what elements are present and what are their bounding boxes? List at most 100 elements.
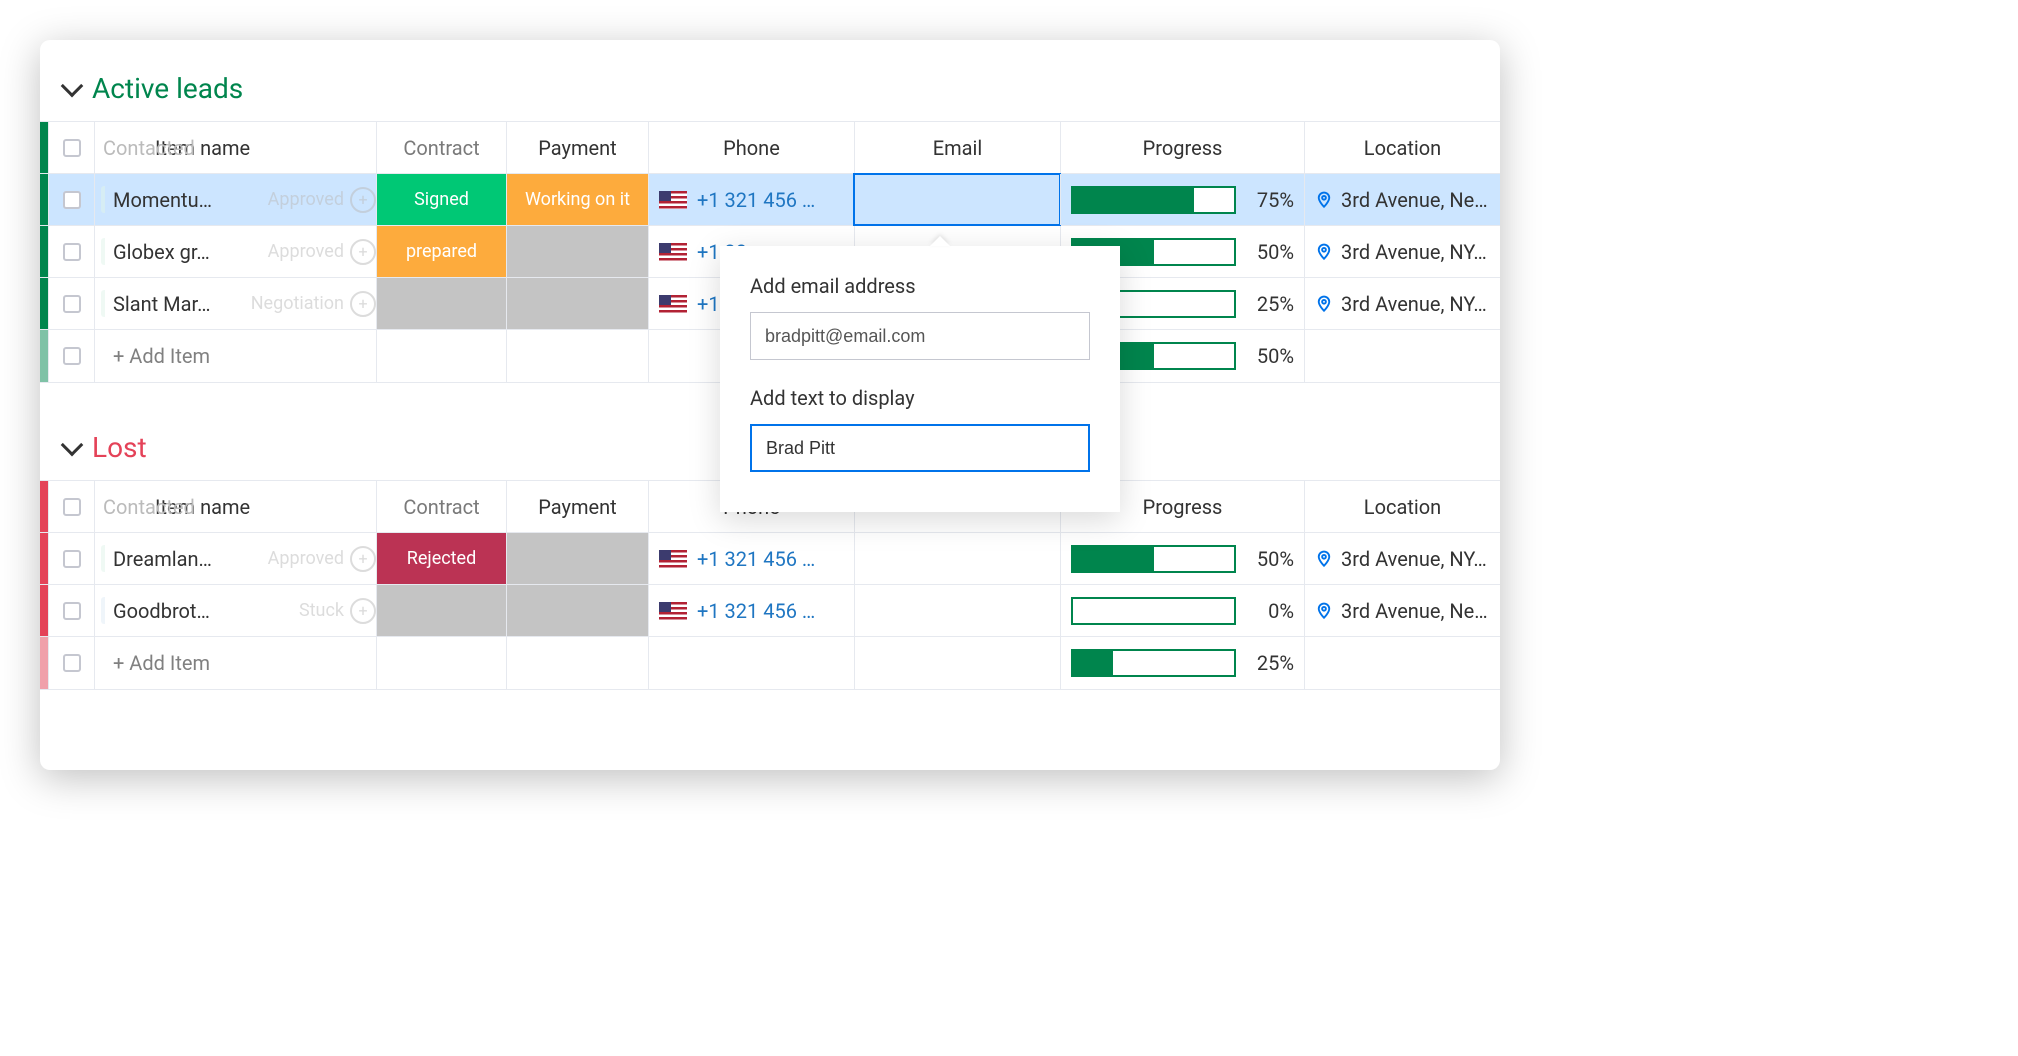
chat-icon: + [350, 239, 376, 265]
board-container: Active leads Contacted Item name Contrac… [40, 40, 1500, 770]
flag-us-icon [659, 550, 687, 568]
location-pin-icon [1315, 550, 1333, 568]
location-pin-icon [1315, 602, 1333, 620]
cell-payment[interactable] [506, 226, 648, 277]
cell-phone[interactable]: +1 321 456 … [648, 585, 854, 636]
cell-email[interactable] [854, 174, 1060, 225]
popover-email-label: Add email address [750, 274, 1090, 298]
chat-icon: + [350, 291, 376, 317]
popover-text-label: Add text to display [750, 386, 1090, 410]
cell-contract[interactable]: Signed [376, 174, 506, 225]
row-checkbox[interactable] [48, 330, 94, 382]
item-name: Momentu… [105, 184, 220, 216]
group-title: Active leads [92, 72, 243, 105]
group-title: Lost [92, 431, 147, 464]
cell-name[interactable]: Won Approved + Globex gr… [94, 226, 376, 277]
cell-email[interactable] [854, 533, 1060, 584]
row-checkbox[interactable] [48, 533, 94, 584]
table-header-row: Contacted Item name Contract Payment Pho… [40, 122, 1500, 174]
header-location[interactable]: Location [1304, 481, 1500, 532]
checkbox-icon [63, 498, 81, 516]
flag-us-icon [659, 191, 687, 209]
cell-payment[interactable] [506, 585, 648, 636]
cell-location[interactable]: 3rd Avenue, Ne… [1304, 174, 1500, 225]
cell-email[interactable] [854, 585, 1060, 636]
summary-progress: 25% [1060, 637, 1304, 689]
ghost-col-contacted: Contacted [103, 495, 195, 519]
checkbox-icon [63, 139, 81, 157]
header-email[interactable]: Email [854, 122, 1060, 173]
checkbox-icon [63, 295, 81, 313]
item-name: Goodbrot… [105, 595, 218, 627]
add-item-label: + Add Item [105, 647, 218, 679]
chevron-down-icon [61, 74, 84, 97]
cell-location[interactable]: 3rd Avenue, NY… [1304, 533, 1500, 584]
display-text-input[interactable] [750, 424, 1090, 472]
header-select-all[interactable] [48, 481, 94, 532]
chat-icon: + [350, 187, 376, 213]
cell-payment[interactable] [506, 533, 648, 584]
cell-progress[interactable]: 0% [1060, 585, 1304, 636]
checkbox-icon [63, 347, 81, 365]
chevron-down-icon [61, 433, 84, 456]
cell-payment[interactable]: Working on it [506, 174, 648, 225]
flag-us-icon [659, 295, 687, 313]
item-name: Slant Mar… [105, 288, 218, 320]
cell-contract[interactable]: prepared [376, 226, 506, 277]
header-contract[interactable]: Contract [376, 481, 506, 532]
cell-name[interactable]: Won Approved + Dreamlan… [94, 533, 376, 584]
table-row[interactable]: Won Approved + Dreamlan… Rejected +1 321… [40, 533, 1500, 585]
cell-location[interactable]: 3rd Avenue, NY… [1304, 278, 1500, 329]
email-popover: Add email address Add text to display [720, 246, 1120, 512]
location-pin-icon [1315, 191, 1333, 209]
add-item-row[interactable]: + Add Item 25% [40, 637, 1500, 689]
row-checkbox[interactable] [48, 585, 94, 636]
flag-us-icon [659, 243, 687, 261]
cell-phone[interactable]: +1 321 456 … [648, 533, 854, 584]
email-input[interactable] [750, 312, 1090, 360]
header-name[interactable]: Contacted Item name [94, 481, 376, 532]
row-checkbox[interactable] [48, 278, 94, 329]
chat-icon: + [350, 598, 376, 624]
row-checkbox[interactable] [48, 174, 94, 225]
cell-location[interactable]: 3rd Avenue, NY… [1304, 226, 1500, 277]
chat-icon: + [350, 546, 376, 572]
checkbox-icon [63, 654, 81, 672]
cell-contract[interactable] [376, 278, 506, 329]
checkbox-icon [63, 243, 81, 261]
header-progress[interactable]: Progress [1060, 122, 1304, 173]
location-pin-icon [1315, 295, 1333, 313]
cell-phone[interactable]: +1 321 456 … [648, 174, 854, 225]
header-phone[interactable]: Phone [648, 122, 854, 173]
ghost-col-contacted: Contacted [103, 136, 195, 160]
add-item-label: + Add Item [105, 340, 218, 372]
cell-progress[interactable]: 50% [1060, 533, 1304, 584]
header-name[interactable]: Contacted Item name [94, 122, 376, 173]
header-contract[interactable]: Contract [376, 122, 506, 173]
add-item-cell[interactable]: + Add Item [94, 637, 376, 689]
cell-progress[interactable]: 75% [1060, 174, 1304, 225]
checkbox-icon [63, 602, 81, 620]
header-payment[interactable]: Payment [506, 481, 648, 532]
row-checkbox[interactable] [48, 637, 94, 689]
table-row[interactable]: Won Approved + Momentu… Signed Working o… [40, 174, 1500, 226]
flag-us-icon [659, 602, 687, 620]
header-payment[interactable]: Payment [506, 122, 648, 173]
cell-name[interactable]: Won Negotiation + Slant Mar… [94, 278, 376, 329]
cell-payment[interactable] [506, 278, 648, 329]
group-header-active[interactable]: Active leads [40, 64, 1500, 121]
cell-name[interactable]: Call again Stuck + Goodbrot… [94, 585, 376, 636]
table-row[interactable]: Call again Stuck + Goodbrot… +1 321 456 … [40, 585, 1500, 637]
cell-name[interactable]: Won Approved + Momentu… [94, 174, 376, 225]
header-location[interactable]: Location [1304, 122, 1500, 173]
item-name: Globex gr… [105, 236, 218, 268]
cell-contract[interactable] [376, 585, 506, 636]
location-pin-icon [1315, 243, 1333, 261]
cell-location[interactable]: 3rd Avenue, Ne… [1304, 585, 1500, 636]
row-checkbox[interactable] [48, 226, 94, 277]
cell-contract[interactable]: Rejected [376, 533, 506, 584]
add-item-cell[interactable]: + Add Item [94, 330, 376, 382]
item-name: Dreamlan… [105, 543, 220, 575]
checkbox-icon [63, 191, 81, 209]
header-select-all[interactable] [48, 122, 94, 173]
